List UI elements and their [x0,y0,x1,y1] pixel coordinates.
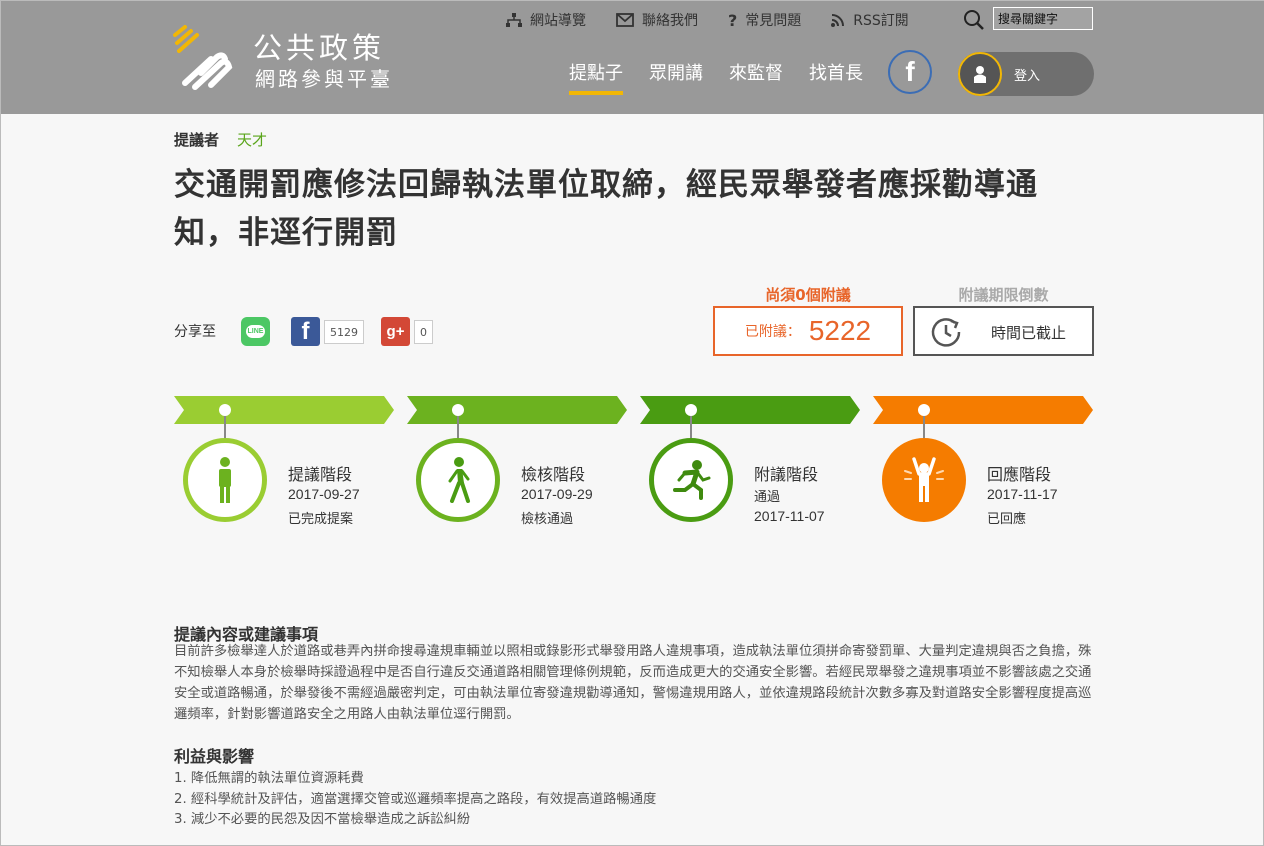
stage-circle [882,438,966,522]
mail-icon [616,13,634,27]
logo-title: 公共政策 [253,31,386,65]
stage-seconding: 附議階段 通過 2017-11-07 [640,396,860,536]
stage-date: 2017-09-27 [288,486,360,502]
nav-monitor[interactable]: 來監督 [729,59,783,95]
stage-circle [183,438,267,522]
walking-person-icon [448,457,470,503]
logo-subtitle: 網路參與平臺 [255,67,393,91]
facebook-icon[interactable]: f [888,50,932,94]
stage-status: 已完成提案 [288,512,354,527]
standing-person-icon [219,457,231,503]
proposal-title: 交通開罰應修法回歸執法單位取締，經民眾舉發者應採勸導通知，非逕行開罰 [174,167,1038,251]
rss-icon [831,13,845,27]
stage-connector [923,416,925,438]
proposer-name[interactable]: 天才 [237,129,267,150]
stage-date: 2017-09-29 [521,486,593,502]
faq-link[interactable]: ? 常見問題 [728,10,801,30]
facebook-share-icon[interactable]: f [291,317,320,346]
benefits-heading: 利益與影響 [174,747,255,766]
question-icon: ? [728,10,738,30]
stage-proposal: 提議階段 2017-09-27 已完成提案 [174,396,394,536]
nav-discussions[interactable]: 眾開講 [649,59,703,95]
stage-connector [690,416,692,438]
votes-needed-label: 尚須0個附議 [765,286,851,304]
stage-response: 回應階段 2017-11-17 已回應 [873,396,1093,536]
stage-name: 附議階段 [754,465,819,484]
stage-name: 提議階段 [288,465,353,484]
sitemap-label: 網站導覽 [530,13,586,29]
stage-date: 2017-11-07 [754,508,825,524]
stage-banner [174,396,394,424]
user-icon [958,52,1002,96]
logo-mark-icon [173,25,233,90]
login-button[interactable]: 登入 [958,52,1094,96]
share-label: 分享至 [174,324,216,340]
rss-link[interactable]: RSS訂閱 [831,10,909,30]
stage-banner [407,396,627,424]
google-plus-share-icon[interactable]: g+ [381,317,410,346]
benefit-item: 2. 經科學統計及評估，適當選擇交管或巡邏頻率提高之路段，有效提高道路暢通度 [174,792,657,807]
login-label: 登入 [1014,69,1041,84]
stage-dot [918,404,930,416]
vote-count-label: 已附議： [744,324,801,340]
countdown-text: 時間已截止 [991,324,1067,342]
facebook-share-count: 5129 [324,320,364,344]
contact-label: 聯絡我們 [642,13,698,29]
stage-circle [649,438,733,522]
stage-connector [457,416,459,438]
countdown-box: 時間已截止 [913,306,1094,356]
stage-status: 已回應 [987,512,1027,527]
faq-label: 常見問題 [745,13,802,29]
benefit-item: 3. 減少不必要的民怨及因不當檢舉造成之訴訟糾紛 [174,812,471,827]
benefit-item: 1. 降低無謂的執法單位資源耗費 [174,771,364,786]
vote-count: 5222 [808,315,872,346]
google-plus-share-count: 0 [414,320,433,344]
stage-connector [224,416,226,438]
line-label: LINE [245,325,266,338]
site-header: 公共政策 網路參與平臺 網站導覽 聯絡我們 ? 常見問題 RSS訂閱 搜尋關鍵字… [1,1,1264,114]
proposer-label: 提議者 [174,131,220,149]
cheering-person-icon [904,457,944,502]
stage-circle [416,438,500,522]
main-nav: 提點子 眾開講 來監督 找首長 [569,59,889,95]
stage-dot [219,404,231,416]
stage-status: 通過 [754,490,781,505]
stage-name: 檢核階段 [521,465,586,484]
search-icon[interactable] [963,9,985,31]
nav-ideas[interactable]: 提點子 [569,59,623,95]
stage-status: 檢核通過 [521,512,574,527]
line-share-icon[interactable]: LINE [241,317,270,346]
stage-dot [452,404,464,416]
sitemap-link[interactable]: 網站導覽 [506,10,586,30]
nav-leaders[interactable]: 找首長 [809,59,863,95]
proposal-content-body: 目前許多檢舉達人於道路或巷弄內拼命搜尋違規車輛並以照相或錄影形式舉發用路人違規事… [174,644,1092,722]
clock-icon [931,318,961,347]
vote-count-box: 已附議： 5222 [713,306,903,356]
stage-dot [685,404,697,416]
stage-date: 2017-11-17 [987,486,1058,502]
site-logo[interactable]: 公共政策 網路參與平臺 [171,25,411,95]
sitemap-icon [506,13,522,27]
stage-review: 檢核階段 2017-09-29 檢核通過 [407,396,627,536]
running-person-icon [673,460,711,500]
contact-link[interactable]: 聯絡我們 [616,10,698,30]
countdown-label: 附議期限倒數 [958,286,1049,304]
top-links: 網站導覽 聯絡我們 ? 常見問題 RSS訂閱 [506,9,939,31]
stage-banner [873,396,1093,424]
stage-banner [640,396,860,424]
search-input[interactable] [993,7,1093,30]
stage-name: 回應階段 [987,465,1052,484]
rss-label: RSS訂閱 [853,13,909,29]
